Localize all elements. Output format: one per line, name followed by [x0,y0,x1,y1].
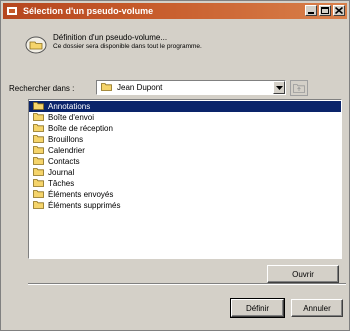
open-button-label: Ouvrir [292,269,314,279]
dropdown-button[interactable] [273,81,285,94]
folder-item-label: Calendrier [48,146,85,155]
folder-list[interactable]: Annotations Boîte d'envoi Boîte de récep… [28,99,342,259]
folder-item-label: Contacts [48,157,80,166]
up-folder-icon [293,84,305,93]
folder-item-label: Journal [48,168,75,177]
close-button[interactable] [333,5,345,16]
header-title: Définition d'un pseudo-volume... [53,33,168,42]
search-location-value: Jean Dupont [117,83,163,92]
folder-item-inbox[interactable]: Boîte de réception [29,123,341,134]
separator [28,283,346,285]
folder-item-outbox[interactable]: Boîte d'envoi [29,112,341,123]
folder-item-sent[interactable]: Éléments envoyés [29,189,341,200]
maximize-icon [321,7,329,14]
maximize-button[interactable] [319,5,331,16]
folder-icon [33,112,44,123]
folder-item-label: Annotations [48,102,91,111]
folder-item-annotations[interactable]: Annotations [29,101,341,112]
pseudo-volume-icon [25,33,47,55]
folder-icon [33,178,44,189]
search-label: Rechercher dans : [9,84,75,93]
folder-item-label: Tâches [48,179,75,188]
folder-item-drafts[interactable]: Brouillons [29,134,341,145]
app-icon [7,6,17,16]
folder-item-calendar[interactable]: Calendrier [29,145,341,156]
open-button[interactable]: Ouvrir [267,265,339,283]
folder-item-tasks[interactable]: Tâches [29,178,341,189]
define-button-label: Définir [245,303,270,313]
cancel-button-label: Annuler [303,303,331,313]
title-bar[interactable]: Sélection d'un pseudo-volume [3,3,347,19]
folder-icon [33,145,44,156]
dialog-window: Sélection d'un pseudo-volume Définition … [0,0,350,331]
folder-item-label: Boîte d'envoi [48,113,95,122]
folder-icon [33,101,44,112]
folder-icon [33,200,44,211]
folder-item-label: Boîte de réception [48,124,113,133]
folder-item-label: Éléments envoyés [48,190,114,199]
folder-icon [33,134,44,145]
folder-icon [33,156,44,167]
folder-icon [33,189,44,200]
cancel-button[interactable]: Annuler [291,299,343,317]
minimize-icon [307,12,314,14]
folder-item-label: Brouillons [48,135,84,144]
folder-icon [101,82,112,93]
folder-item-deleted[interactable]: Éléments supprimés [29,200,341,211]
folder-item-label: Éléments supprimés [48,201,121,210]
minimize-button[interactable] [305,5,317,16]
search-location-select[interactable]: Jean Dupont [96,80,286,95]
folder-item-journal[interactable]: Journal [29,167,341,178]
chevron-down-icon [275,85,283,90]
window-title: Sélection d'un pseudo-volume [23,6,154,16]
folder-item-contacts[interactable]: Contacts [29,156,341,167]
header-subtitle: Ce dossier sera disponible dans tout le … [53,43,202,50]
up-folder-button[interactable] [290,80,308,96]
folder-icon [33,167,44,178]
define-button[interactable]: Définir [230,298,285,318]
folder-icon [33,123,44,134]
close-icon [335,7,343,14]
